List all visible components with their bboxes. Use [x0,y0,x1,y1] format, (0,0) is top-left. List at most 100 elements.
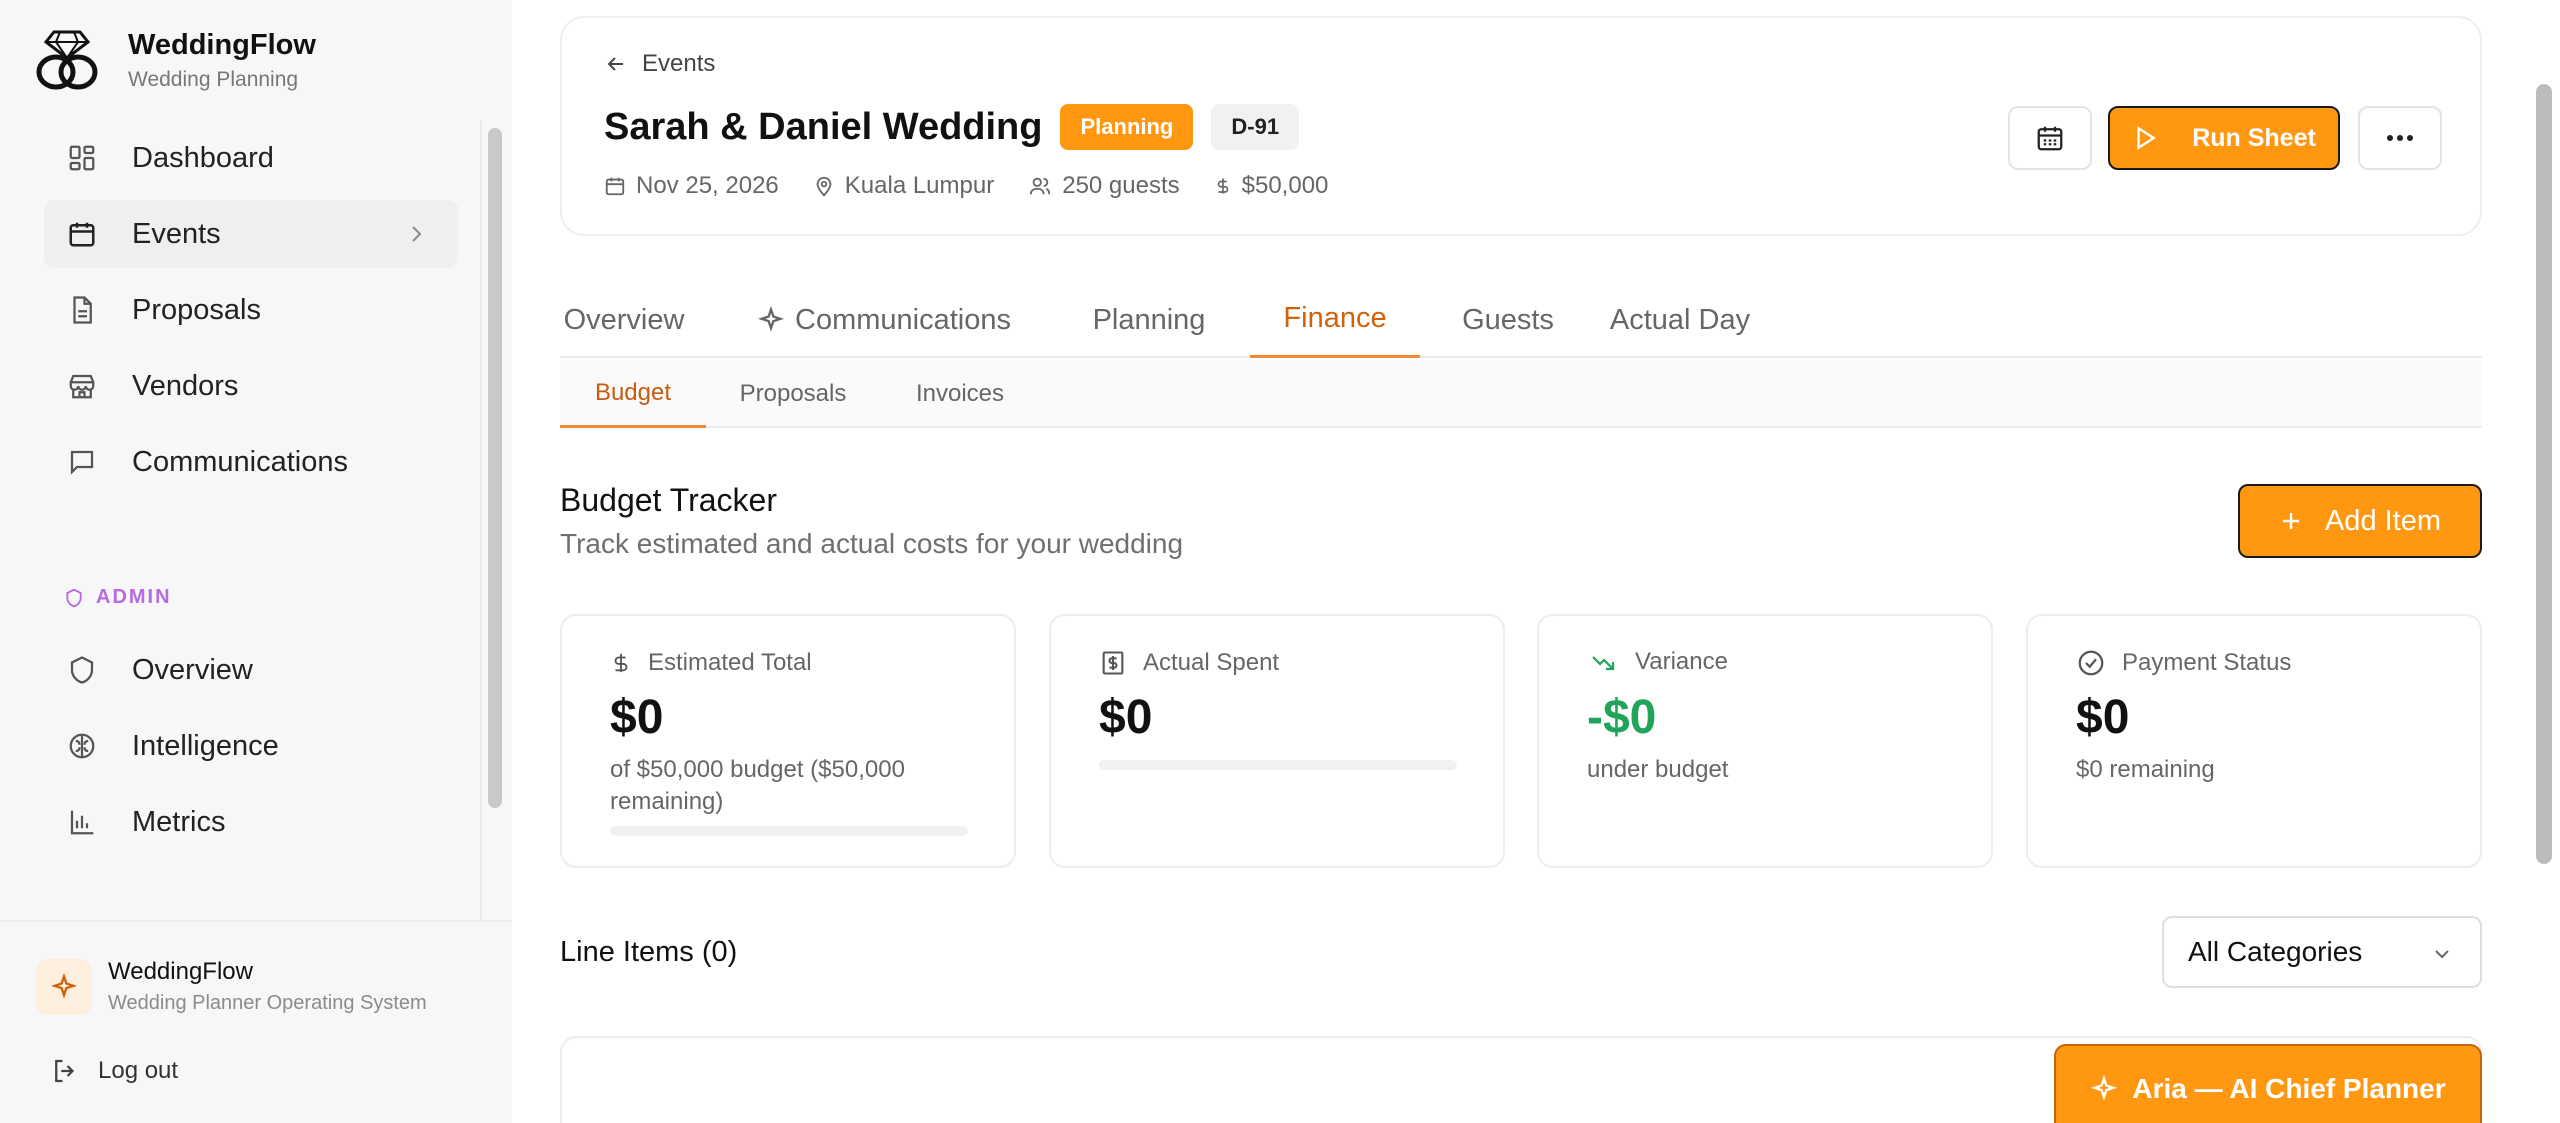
event-title: Sarah & Daniel Wedding [604,105,1043,148]
store-icon [66,370,98,402]
sidebar: WeddingFlow Wedding Planning Dashboard E… [0,0,512,1123]
aria-assistant-button[interactable]: Aria — AI Chief Planner [2054,1044,2482,1123]
card-description: of $50,000 budget ($50,000 remaining) [610,756,905,815]
sidebar-item-label: Dashboard [132,141,274,174]
sparkle-icon [2091,1075,2118,1101]
countdown-badge: D-91 [1211,104,1300,150]
arrow-left-icon [607,57,623,71]
footer-subtitle: Wedding Planner Operating System [108,992,427,1014]
category-filter-value: All Categories [2188,936,2363,967]
card-label: Variance [1635,648,1728,675]
sidebar-scrollbar[interactable] [488,128,502,808]
tab-overview[interactable]: Overview [560,282,688,358]
chevron-right-icon [412,226,422,242]
trending-down-icon [1592,656,1615,671]
sidebar-item-communications[interactable]: Communications [44,428,458,496]
sidebar-item-events[interactable]: Events [44,200,458,268]
chevron-down-icon [2435,950,2449,959]
card-description: $0 remaining [2076,756,2215,783]
calendar-button[interactable] [2008,106,2092,170]
logout-label: Log out [98,1057,179,1084]
footer-brand: WeddingFlow Wedding Planner Operating Sy… [36,958,427,1015]
ellipsis-icon [2387,135,2413,141]
sidebar-item-proposals[interactable]: Proposals [44,276,458,344]
estimated-progress-bar [610,826,968,836]
card-value: $0 [1099,691,1153,744]
actual-progress-bar [1099,760,1457,770]
receipt-icon [1102,651,1124,675]
payment-status-card: Payment Status $0 $0 remaining [2026,614,2482,868]
back-to-events-link[interactable]: Events [604,50,715,78]
event-meta: Nov 25, 2026 Kuala Lumpur 250 guests $50… [604,172,1362,200]
sidebar-item-label: Events [132,217,221,250]
check-circle-icon [2078,650,2104,676]
run-sheet-label: Run Sheet [2192,123,2316,152]
subtab-invoices[interactable]: Invoices [890,360,1030,428]
calendar-icon [605,177,625,196]
tab-planning[interactable]: Planning [1084,282,1214,358]
subtab-proposals[interactable]: Proposals [720,360,866,428]
tab-finance[interactable]: Finance [1250,282,1420,358]
finance-subtabs: Budget Proposals Invoices [560,360,2482,428]
status-badge: Planning [1060,104,1194,150]
document-icon [66,294,98,326]
estimated-total-card: Estimated Total $0 of $50,000 budget ($5… [560,614,1016,868]
add-item-button[interactable]: Add Item [2238,484,2482,558]
sparkle-icon [757,306,785,334]
dollar-icon [1217,178,1228,194]
dollar-icon [614,653,628,673]
sparkle-icon [36,958,92,1015]
add-item-label: Add Item [2324,504,2442,537]
aria-label: Aria — AI Chief Planner [2132,1073,2446,1104]
shield-icon [66,654,98,686]
sidebar-item-vendors[interactable]: Vendors [44,352,458,420]
users-icon [1030,177,1051,195]
sidebar-item-label: Proposals [132,293,261,326]
event-guests: 250 guests [1028,172,1180,200]
card-label: Payment Status [2122,649,2292,676]
category-filter-select[interactable]: All Categories [2162,916,2482,988]
more-options-button[interactable] [2358,106,2442,170]
calendar-icon [2037,126,2063,151]
sidebar-item-intelligence[interactable]: Intelligence [44,712,458,780]
brain-icon [66,730,98,762]
event-date: Nov 25, 2026 [604,172,779,200]
event-budget: $50,000 [1214,172,1328,200]
shield-icon [66,588,82,607]
plus-icon [2282,513,2299,529]
tab-communications[interactable]: Communications [740,282,1028,358]
card-value: $0 [2076,691,2130,744]
logout-icon [55,1059,75,1083]
actual-spent-card: Actual Spent $0 [1049,614,1505,868]
tab-actual-day[interactable]: Actual Day [1600,282,1760,358]
brand[interactable]: WeddingFlow Wedding Planning [32,28,316,92]
sidebar-item-admin-overview[interactable]: Overview [44,636,458,704]
sidebar-item-label: Communications [132,445,348,478]
event-tabs: Overview Communications Planning Finance… [560,282,2482,358]
admin-section-label: ADMIN [64,586,172,609]
footer-divider [0,920,512,922]
budget-tracker-title: Budget Tracker [560,482,777,518]
run-sheet-button[interactable]: Run Sheet [2108,106,2340,170]
brand-subtitle: Wedding Planning [128,67,299,91]
bar-chart-icon [66,806,98,838]
line-items-title: Line Items (0) [560,936,738,968]
sidebar-item-dashboard[interactable]: Dashboard [44,124,458,192]
page-scrollbar[interactable] [2536,84,2552,864]
rings-logo-icon [36,30,98,90]
tab-guests[interactable]: Guests [1448,282,1568,358]
chat-icon [66,446,98,478]
sidebar-item-metrics[interactable]: Metrics [44,788,458,856]
back-label: Events [642,50,716,77]
event-header: Events Sarah & Daniel Wedding Planning D… [560,16,2482,236]
subtab-budget[interactable]: Budget [560,360,706,428]
map-pin-icon [816,176,832,197]
budget-tracker-subtitle: Track estimated and actual costs for you… [560,528,1184,559]
sidebar-item-label: Intelligence [132,729,279,762]
card-value: $0 [610,691,664,744]
sidebar-divider [480,120,482,920]
logout-button[interactable]: Log out [50,1056,178,1086]
sidebar-footer: WeddingFlow Wedding Planner Operating Sy… [0,920,512,1123]
variance-card: Variance -$0 under budget [1537,614,1993,868]
event-location: Kuala Lumpur [813,172,994,200]
